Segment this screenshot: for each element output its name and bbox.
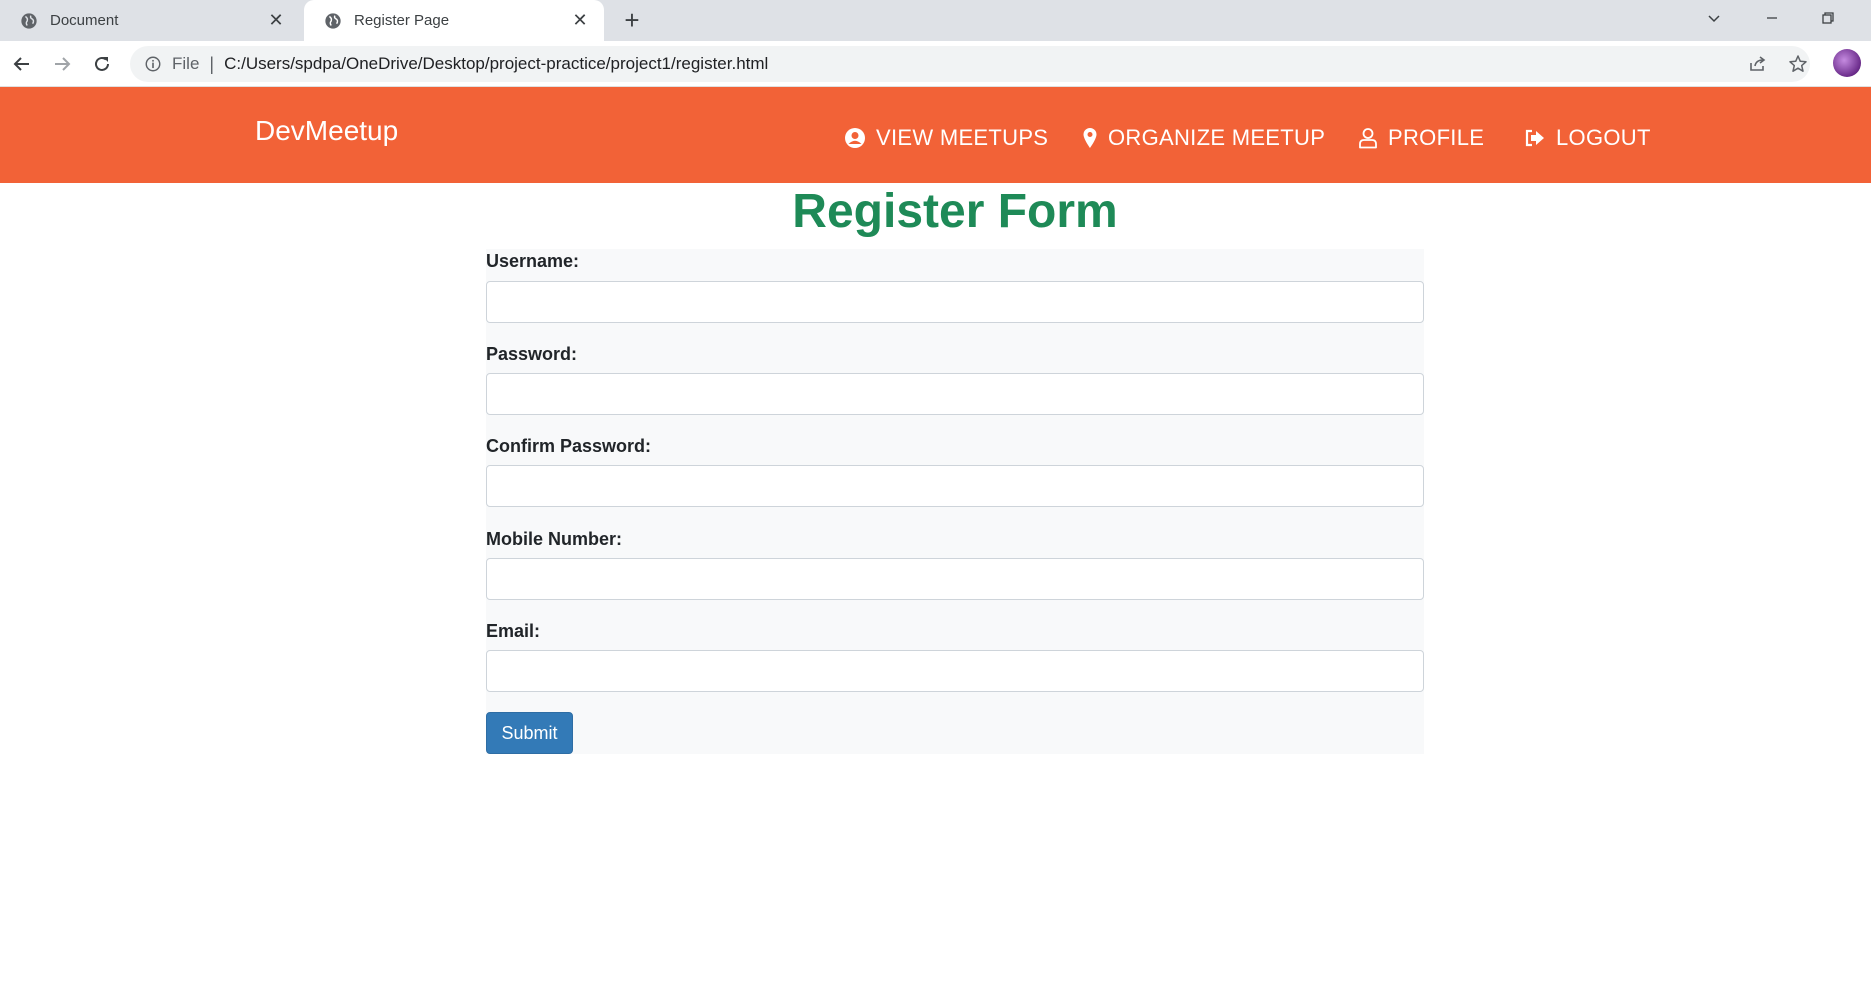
page-title: Register Form <box>792 185 1118 238</box>
tab-document[interactable]: Document ✕ <box>0 0 300 41</box>
submit-button[interactable]: Submit <box>486 712 573 754</box>
user-icon <box>1359 128 1377 149</box>
map-pin-icon <box>1083 128 1097 148</box>
nav-label: ORGANIZE MEETUP <box>1108 125 1326 150</box>
nav-logout[interactable]: LOGOUT <box>1524 125 1651 151</box>
close-tab-icon[interactable]: ✕ <box>264 9 288 33</box>
minimize-icon[interactable] <box>1757 4 1787 32</box>
nav-label: VIEW MEETUPS <box>876 125 1049 150</box>
nav-view-meetups[interactable]: VIEW MEETUPS <box>844 125 1048 151</box>
share-icon[interactable] <box>1747 53 1769 75</box>
tab-title: Document <box>50 12 119 29</box>
globe-icon <box>325 12 341 29</box>
email-label: Email: <box>486 621 541 641</box>
nav-profile[interactable]: PROFILE <box>1358 125 1484 151</box>
mobile-number-label: Mobile Number: <box>486 529 623 549</box>
confirm-password-input[interactable] <box>486 465 1424 507</box>
site-header: DevMeetup VIEW MEETUPS ORGANIZE MEETUP P… <box>0 87 1871 183</box>
close-tab-icon[interactable]: ✕ <box>568 9 592 33</box>
nav-label: PROFILE <box>1388 125 1485 150</box>
email-input[interactable] <box>486 650 1424 692</box>
tab-search-chevron-icon[interactable] <box>1699 4 1729 32</box>
username-input[interactable] <box>486 281 1424 323</box>
confirm-password-label: Confirm Password: <box>486 436 652 456</box>
browser-toolbar: File | C:/Users/spdpa/OneDrive/Desktop/p… <box>0 41 1871 87</box>
username-label: Username: <box>486 251 580 271</box>
tab-strip: Document ✕ Register Page ✕ + <box>0 0 1871 41</box>
address-separator: | <box>209 53 215 74</box>
profile-avatar[interactable] <box>1833 49 1861 77</box>
address-bar[interactable]: File | C:/Users/spdpa/OneDrive/Desktop/p… <box>130 46 1810 82</box>
restore-icon[interactable] <box>1813 4 1843 32</box>
globe-icon <box>21 12 37 29</box>
nav-label: LOGOUT <box>1556 125 1651 150</box>
user-circle-icon <box>845 128 865 148</box>
password-label: Password: <box>486 344 578 364</box>
nav-organize-meetup[interactable]: ORGANIZE MEETUP <box>1082 125 1325 151</box>
back-arrow-icon[interactable] <box>6 48 38 80</box>
password-input[interactable] <box>486 373 1424 415</box>
logout-icon <box>1525 129 1544 147</box>
info-icon[interactable] <box>144 55 162 73</box>
scheme-label: File <box>172 54 200 73</box>
tab-title: Register Page <box>354 12 450 29</box>
mobile-number-input[interactable] <box>486 558 1424 600</box>
url-text[interactable]: C:/Users/spdpa/OneDrive/Desktop/project-… <box>224 54 768 74</box>
tab-register-page[interactable]: Register Page ✕ <box>304 0 604 41</box>
brand-logo[interactable]: DevMeetup <box>255 115 398 147</box>
reload-icon[interactable] <box>86 48 118 80</box>
new-tab-button[interactable]: + <box>618 5 646 35</box>
forward-arrow-icon[interactable] <box>46 48 78 80</box>
bookmark-star-icon[interactable] <box>1787 53 1809 75</box>
